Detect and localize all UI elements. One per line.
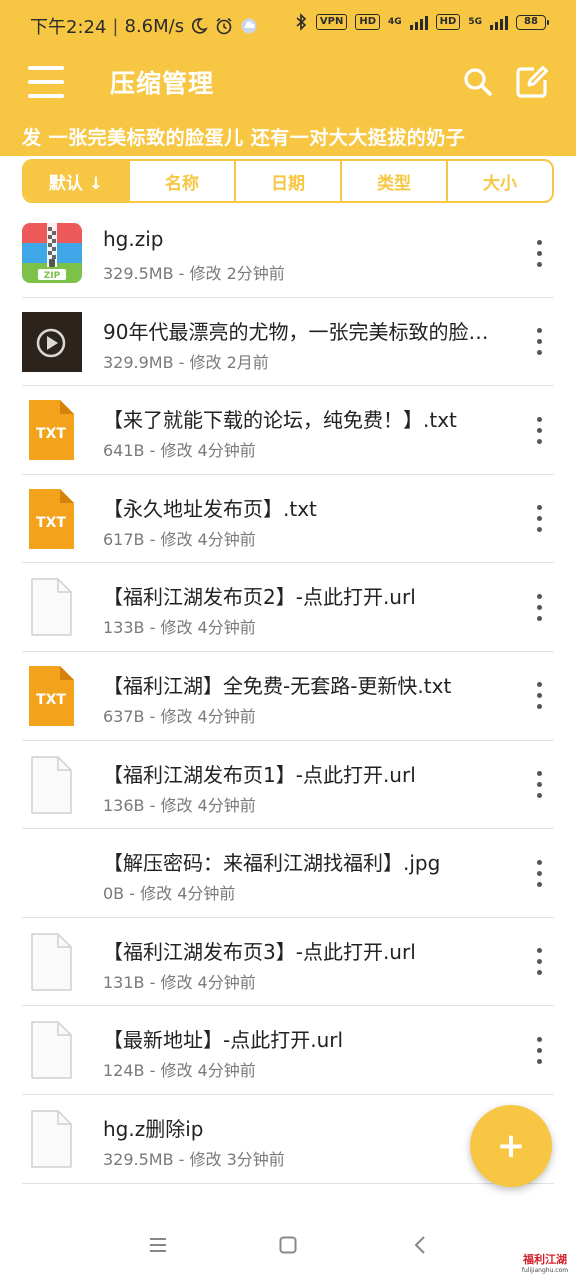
tab-size[interactable]: 大小 — [448, 161, 552, 201]
file-icon — [22, 1109, 82, 1169]
file-name: 【最新地址】-点此打开.url — [103, 1028, 344, 1053]
signal-icon-1 — [409, 14, 428, 30]
file-meta: 0B - 修改 4分钟前 — [103, 884, 236, 904]
txt-icon: TXT — [22, 400, 82, 461]
list-item[interactable]: TXT 【来了就能下载的论坛，纯免费！】.txt 641B - 修改 4分钟前 — [22, 386, 554, 475]
more-options-icon[interactable] — [524, 1030, 554, 1070]
hd-badge-2: HD — [435, 14, 461, 30]
more-options-icon[interactable] — [524, 410, 554, 450]
vpn-badge: VPN — [315, 14, 348, 30]
more-options-icon[interactable] — [524, 587, 554, 627]
list-item[interactable]: 【解压密码：来福利江湖找福利】.jpg 0B - 修改 4分钟前 — [22, 829, 554, 918]
video-thumbnail — [22, 311, 82, 372]
weather-icon — [240, 17, 258, 35]
file-meta: 641B - 修改 4分钟前 — [103, 441, 256, 461]
txt-icon: TXT — [22, 665, 82, 726]
file-list: ZIP hg.zip 329.5MB - 修改 2分钟前 90年代最漂亮的尤物，… — [0, 209, 576, 1184]
bluetooth-icon — [294, 13, 308, 31]
status-speed: 8.6M/s — [124, 15, 185, 37]
marquee-banner: 发 一张完美标致的脸蛋儿 还有一对大大挺拔的奶子 — [0, 120, 576, 156]
file-meta: 131B - 修改 4分钟前 — [103, 972, 256, 992]
hd-badge-1: HD — [355, 14, 381, 30]
file-meta: 124B - 修改 4分钟前 — [103, 1061, 256, 1081]
file-icon — [22, 932, 82, 992]
file-meta: 637B - 修改 4分钟前 — [103, 706, 256, 726]
file-meta: 329.9MB - 修改 2月前 — [103, 352, 269, 372]
more-options-icon[interactable] — [524, 942, 554, 982]
banner-text: 发 一张完美标致的脸蛋儿 还有一对大大挺拔的奶子 — [22, 127, 466, 149]
plus-icon: + — [496, 1126, 526, 1166]
file-name: 【福利江湖发布页2】-点此打开.url — [103, 585, 416, 610]
add-button[interactable]: + — [470, 1105, 552, 1187]
file-meta: 133B - 修改 4分钟前 — [103, 618, 256, 638]
file-name: 【来了就能下载的论坛，纯免费！】.txt — [103, 408, 457, 433]
search-icon[interactable] — [458, 62, 498, 102]
tab-type[interactable]: 类型 — [342, 161, 448, 201]
txt-icon: TXT — [22, 488, 82, 549]
status-time: 下午2:24 — [30, 17, 107, 38]
list-item[interactable]: 【福利江湖发布页1】-点此打开.url 136B - 修改 4分钟前 — [22, 741, 554, 830]
more-options-icon[interactable] — [524, 676, 554, 716]
watermark-title: 福利江湖 — [523, 1253, 567, 1266]
status-left: 下午2:24 | 8.6M/s — [30, 13, 258, 39]
network-type-1: 4G — [388, 17, 402, 27]
app-bar: 压缩管理 — [0, 52, 576, 120]
more-options-icon[interactable] — [524, 233, 554, 273]
back-icon[interactable] — [402, 1230, 438, 1260]
watermark-sub: fulijianghu.com — [521, 1267, 569, 1274]
status-separator: | — [112, 15, 119, 37]
file-name: 【永久地址发布页】.txt — [103, 496, 317, 521]
more-options-icon[interactable] — [524, 765, 554, 805]
file-name: 90年代最漂亮的尤物，一张完美标致的脸蛋儿 — [103, 319, 503, 344]
file-name: 【福利江湖发布页1】-点此打开.url — [103, 762, 416, 787]
home-icon[interactable] — [270, 1230, 306, 1260]
list-item[interactable]: ZIP hg.zip 329.5MB - 修改 2分钟前 — [22, 209, 554, 298]
system-nav-bar: 福利江湖 fulijianghu.com — [0, 1212, 576, 1280]
list-item[interactable]: 【福利江湖发布页3】-点此打开.url 131B - 修改 4分钟前 — [22, 918, 554, 1007]
more-options-icon[interactable] — [524, 499, 554, 539]
tab-name[interactable]: 名称 — [130, 161, 236, 201]
file-meta: 136B - 修改 4分钟前 — [103, 795, 256, 815]
svg-text:TXT: TXT — [36, 515, 66, 531]
watermark-logo: 福利江湖 fulijianghu.com — [520, 1251, 570, 1274]
file-name: hg.zip — [103, 227, 164, 251]
file-name: hg.z删除ip — [103, 1116, 204, 1141]
network-type-2: 5G — [468, 17, 482, 27]
status-bar: 下午2:24 | 8.6M/s VPN HD 4G HD 5G 88 — [0, 0, 576, 52]
moon-icon — [190, 17, 208, 35]
menu-icon[interactable] — [28, 64, 64, 100]
tab-date[interactable]: 日期 — [236, 161, 342, 201]
file-icon — [22, 755, 82, 815]
list-item[interactable]: 90年代最漂亮的尤物，一张完美标致的脸蛋儿 329.9MB - 修改 2月前 — [22, 298, 554, 387]
battery-icon: 88 — [516, 14, 549, 30]
more-options-icon[interactable] — [524, 322, 554, 362]
sort-tabs: 默认 ↓ 名称 日期 类型 大小 — [22, 159, 554, 203]
svg-text:ZIP: ZIP — [44, 271, 61, 281]
file-meta: 329.5MB - 修改 3分钟前 — [103, 1149, 285, 1169]
file-name: 【福利江湖发布页3】-点此打开.url — [103, 939, 416, 964]
file-name: 【福利江湖】全免费-无套路-更新快.txt — [103, 673, 452, 698]
svg-text:TXT: TXT — [36, 692, 66, 708]
file-icon — [22, 1020, 82, 1080]
file-name: 【解压密码：来福利江湖找福利】.jpg — [103, 851, 441, 876]
recents-icon[interactable] — [140, 1230, 176, 1260]
status-right: VPN HD 4G HD 5G 88 — [294, 13, 549, 31]
file-meta: 329.5MB - 修改 2分钟前 — [103, 264, 285, 283]
alarm-icon — [214, 16, 234, 36]
tab-default[interactable]: 默认 ↓ — [24, 161, 130, 201]
list-item[interactable]: TXT 【永久地址发布页】.txt 617B - 修改 4分钟前 — [22, 475, 554, 564]
edit-icon[interactable] — [512, 62, 552, 102]
file-icon — [22, 577, 82, 637]
list-item[interactable]: 【最新地址】-点此打开.url 124B - 修改 4分钟前 — [22, 1006, 554, 1095]
list-item[interactable]: TXT 【福利江湖】全免费-无套路-更新快.txt 637B - 修改 4分钟前 — [22, 652, 554, 741]
svg-text:TXT: TXT — [36, 426, 66, 442]
list-item[interactable]: 【福利江湖发布页2】-点此打开.url 133B - 修改 4分钟前 — [22, 563, 554, 652]
file-meta: 617B - 修改 4分钟前 — [103, 529, 256, 549]
more-options-icon[interactable] — [524, 853, 554, 893]
page-title: 压缩管理 — [110, 69, 215, 98]
zip-icon: ZIP — [22, 223, 82, 283]
signal-icon-2 — [490, 14, 508, 30]
